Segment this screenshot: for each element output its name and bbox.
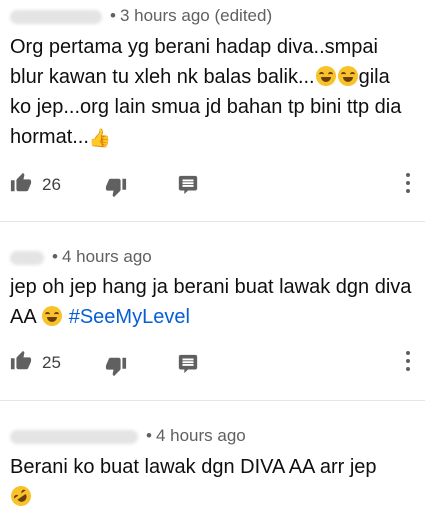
reply-icon[interactable]: [177, 174, 199, 196]
hashtag-link[interactable]: #SeeMyLevel: [69, 306, 190, 328]
meta-separator: •: [146, 426, 152, 445]
timestamp[interactable]: 4 hours ago: [156, 426, 246, 445]
meta-separator: •: [52, 247, 58, 266]
thumbs-up-emoji: 👍: [88, 128, 112, 148]
comment-text-part: Berani ko buat lawak dgn DIVA AA arr jep: [10, 456, 377, 478]
laughing-tears-emoji: [337, 66, 358, 86]
like-icon[interactable]: [10, 350, 32, 372]
divider: [0, 400, 425, 401]
comment-meta: • 4 hours ago: [10, 247, 152, 267]
dislike-icon[interactable]: [105, 176, 127, 198]
author-name-blurred[interactable]: [10, 9, 102, 24]
comment-text: Berani ko buat lawak dgn DIVA AA arr jep: [7, 452, 415, 512]
comment-text: jep oh jep hang ja berani buat lawak dgn…: [10, 272, 415, 332]
like-count: 26: [42, 175, 61, 194]
timestamp[interactable]: 4 hours ago: [62, 247, 152, 266]
comment-meta: • 3 hours ago (edited): [10, 6, 272, 26]
more-options-icon[interactable]: [404, 350, 412, 372]
comment-text: Org pertama yg berani hadap diva..smpai …: [10, 32, 415, 153]
laughing-tears-emoji: [315, 66, 336, 86]
rolling-laughing-emoji: [7, 482, 35, 510]
comment-actions: 26: [0, 170, 425, 200]
meta-separator: •: [110, 6, 116, 25]
comment-meta: • 4 hours ago: [10, 426, 246, 446]
more-options-icon[interactable]: [404, 172, 412, 194]
like-count: 25: [42, 353, 61, 372]
dislike-icon[interactable]: [105, 355, 127, 377]
timestamp[interactable]: 3 hours ago (edited): [120, 6, 272, 25]
comment-actions: 25: [0, 347, 425, 377]
author-name-blurred[interactable]: [10, 250, 44, 265]
divider: [0, 221, 425, 222]
reply-icon[interactable]: [177, 353, 199, 375]
like-icon[interactable]: [10, 172, 32, 194]
author-name-blurred[interactable]: [10, 429, 138, 444]
laughing-tears-emoji: [42, 306, 63, 326]
